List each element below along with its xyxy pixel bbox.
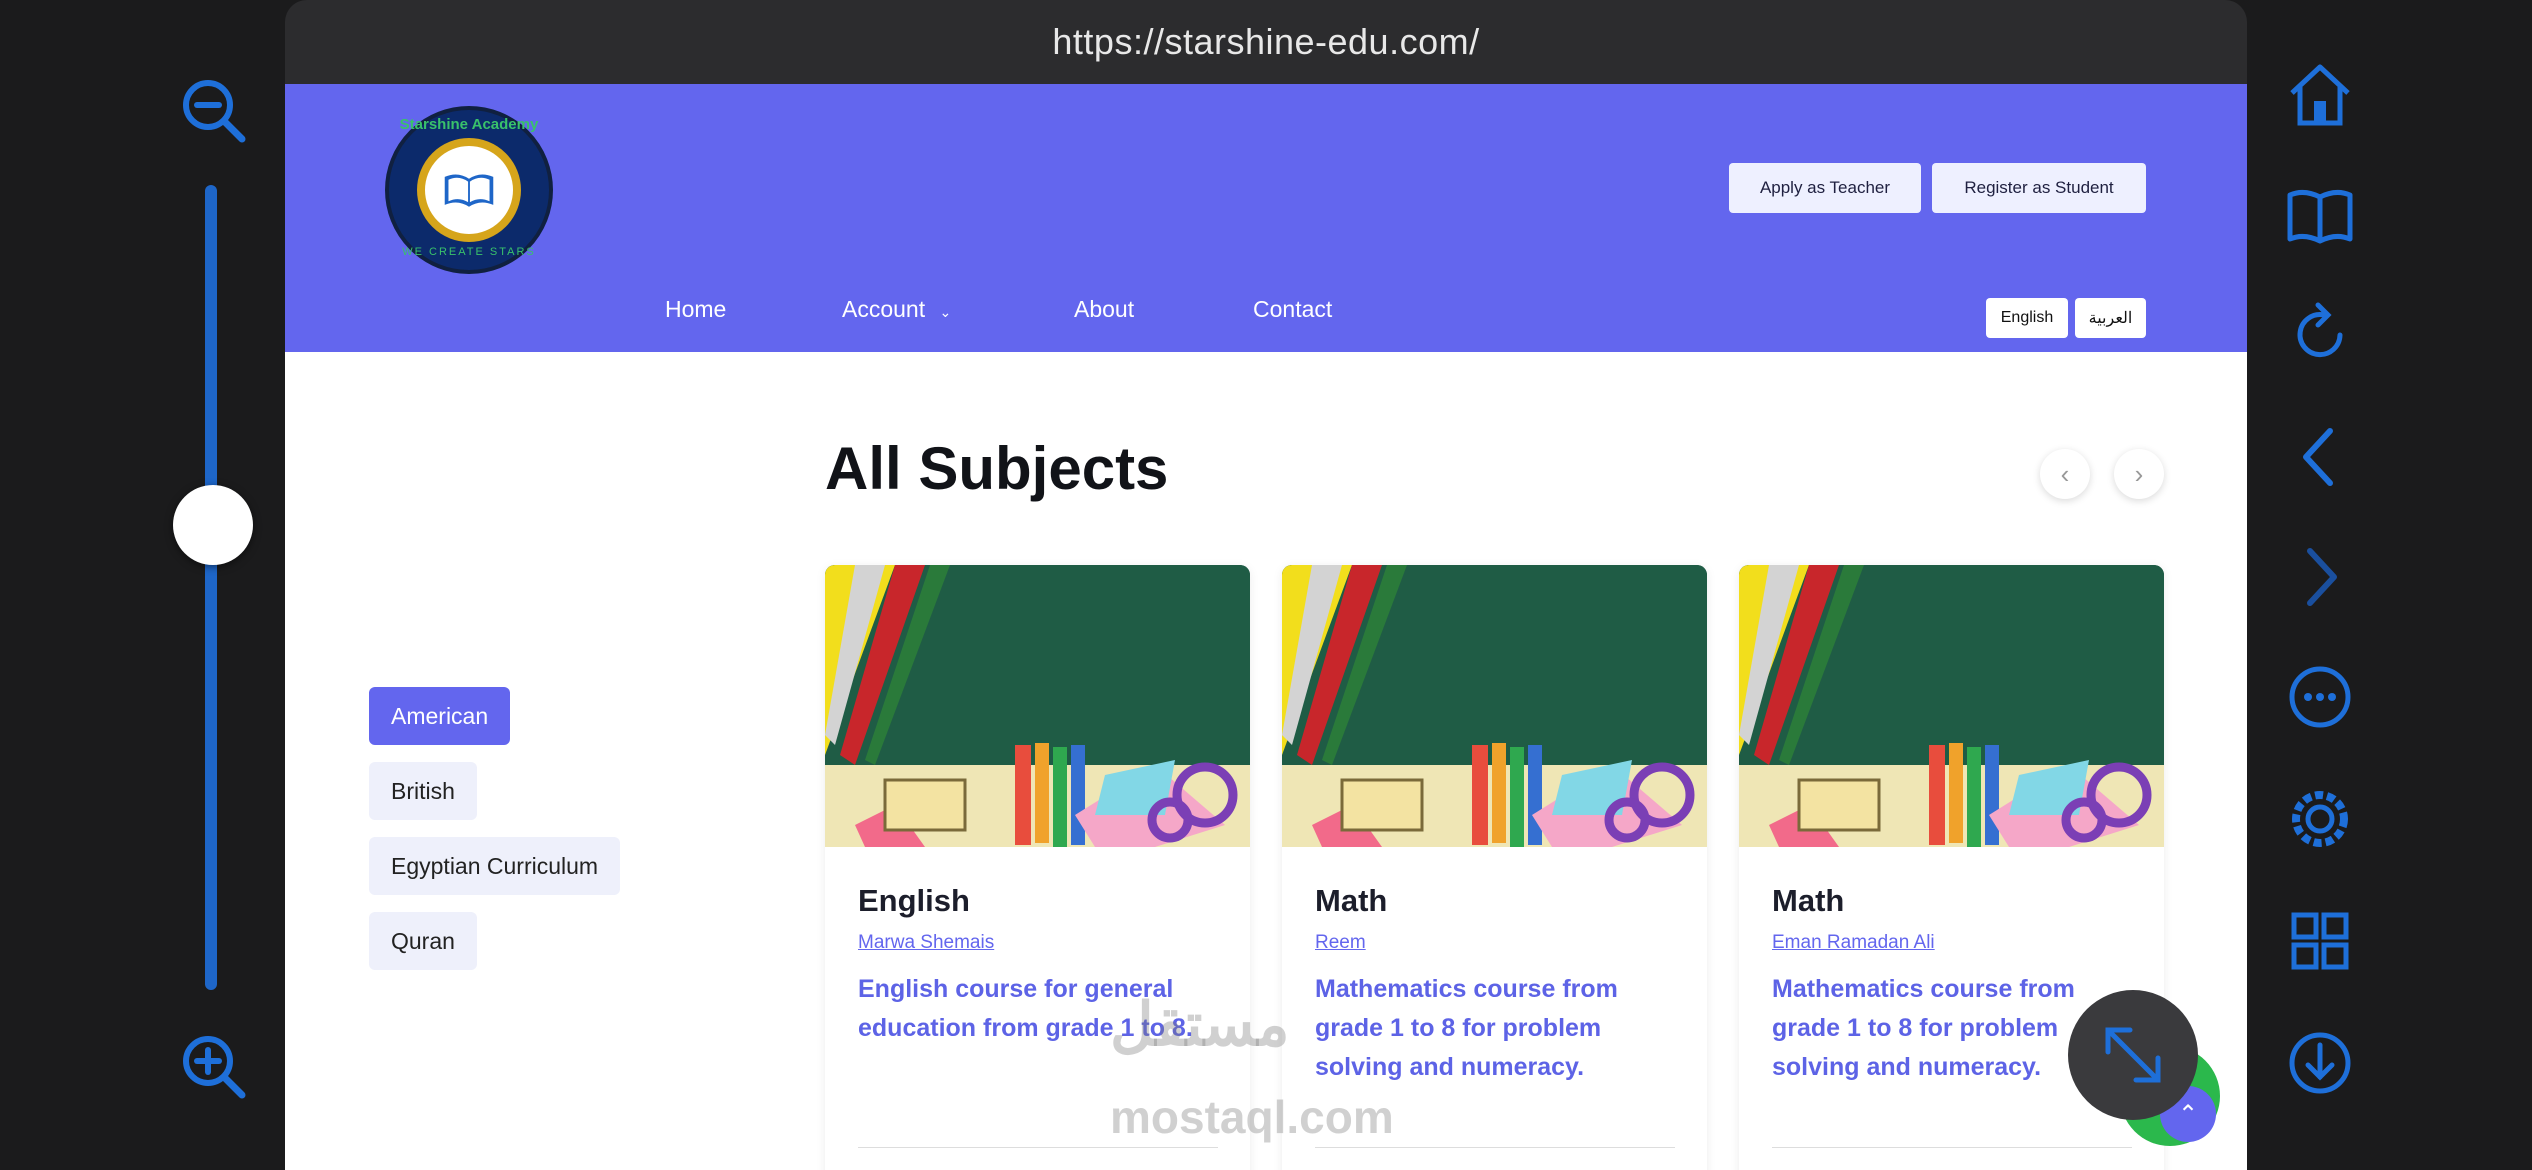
back-icon[interactable] [2280,417,2360,497]
fullscreen-toggle-button[interactable] [2068,990,2198,1120]
forward-icon[interactable] [2280,537,2360,617]
school-supplies-image [1282,565,1707,847]
logo-book-icon [417,138,521,242]
card-teacher-link[interactable]: Marwa Shemais [858,932,994,954]
chevron-up-icon: ⌃ [2177,1100,2199,1128]
chevron-right-icon: › [2134,458,2144,489]
lang-english-button[interactable]: English [1986,298,2068,338]
reload-icon[interactable] [2280,295,2360,375]
school-supplies-image [825,565,1250,847]
carousel-prev-button[interactable]: ‹ [2040,449,2090,499]
nav-home[interactable]: Home [665,296,726,323]
nav-account[interactable]: Account ⌄ [842,296,951,323]
chevron-left-icon: ‹ [2060,458,2070,489]
carousel-next-button[interactable]: › [2114,449,2164,499]
logo-text-bottom: WE CREATE STARS [402,246,536,258]
card-divider [858,1147,1218,1148]
more-icon[interactable] [2280,657,2360,737]
nav-contact[interactable]: Contact [1253,296,1332,323]
expand-icon [2105,1027,2161,1083]
card-divider [1772,1147,2132,1148]
subject-card[interactable]: English Marwa Shemais English course for… [825,565,1250,1170]
card-description: Mathematics course from grade 1 to 8 for… [1315,975,1618,1081]
zoom-rail [160,70,260,1110]
home-icon[interactable] [2280,55,2360,135]
card-title: Math [1315,883,1388,918]
apply-teacher-button[interactable]: Apply as Teacher [1729,163,1921,213]
filter-egyptian[interactable]: Egyptian Curriculum [369,837,621,895]
main-nav: Home Account ⌄ About Contact [285,296,2247,336]
chevron-down-icon: ⌄ [939,304,952,320]
card-teacher-link[interactable]: Reem [1315,932,1366,954]
right-toolbar [2270,55,2370,1145]
grid-icon[interactable] [2280,901,2360,981]
zoom-in-icon[interactable] [180,1033,246,1099]
watermark-latin: mostaql.com [1110,1091,1394,1143]
book-icon[interactable] [2280,175,2360,255]
filter-british[interactable]: British [369,762,477,820]
school-supplies-image [1739,565,2164,847]
zoom-slider-knob[interactable] [173,485,253,565]
register-student-button[interactable]: Register as Student [1932,163,2146,213]
subject-card[interactable]: Math Reem Mathematics course from grade … [1282,565,1707,1170]
nav-about[interactable]: About [1074,296,1134,323]
card-divider [1315,1147,1675,1148]
zoom-slider-track[interactable] [205,185,217,990]
section-title: All Subjects [825,435,1169,502]
academy-logo[interactable]: Starshine Academy WE CREATE STARS [385,106,553,274]
filter-quran[interactable]: Quran [369,912,477,970]
card-title: Math [1772,883,1845,918]
logo-text-top: Starshine Academy [399,116,539,133]
address-bar[interactable]: https://starshine-edu.com/ [285,0,2247,84]
settings-icon[interactable] [2280,779,2360,859]
lang-arabic-button[interactable]: العربية [2075,298,2146,338]
card-teacher-link[interactable]: Eman Ramadan Ali [1772,932,1935,954]
download-icon[interactable] [2280,1023,2360,1103]
site-header: Starshine Academy WE CREATE STARS Apply … [285,84,2247,352]
filter-american[interactable]: American [369,687,511,745]
nav-account-label: Account [842,296,926,322]
watermark-arabic: مستقل [1110,991,1290,1058]
url-text: https://starshine-edu.com/ [1052,21,1480,62]
card-title: English [858,883,970,918]
zoom-out-icon[interactable] [180,77,246,143]
